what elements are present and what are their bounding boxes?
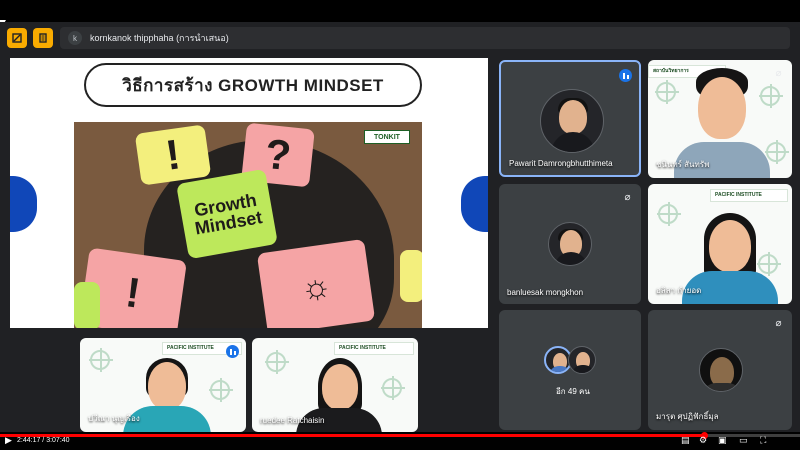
play-icon[interactable]: ▶ [5,436,12,445]
institute-banner: PACIFIC INSTITUTE [710,189,788,202]
video-progress-fill [0,434,704,437]
slide-growth-mindset-photo: ! ? Growth Mindset ! ☼ TONKIT [74,122,422,328]
document-icon [39,33,47,43]
participant-name: ruedee Ratchaisin [260,416,325,425]
settings-icon[interactable]: ⚙ [699,436,707,445]
partial-green-note [74,282,100,328]
participant-tile-chanin[interactable]: สถาบันวิทยาการ ⌀ ชนินทร์ สันทรัพ [648,60,792,178]
growth-mindset-note: Growth Mindset [176,168,278,260]
slide-left-blue-shape [10,176,37,232]
muted-mic-icon: ⌀ [775,68,782,79]
participant-tile-ruedee[interactable]: PACIFIC INSTITUTE ruedee Ratchaisin [252,338,418,432]
present-icon-button[interactable] [7,28,27,48]
participant-name: banluesak mongkhon [507,288,584,297]
speaking-mic-icon [226,345,239,358]
participant-avatar [548,222,592,266]
video-total-time: 3:07:40 [46,437,70,444]
shared-presentation: วิธีการสร้าง GROWTH MINDSET ! ? Growth M… [10,58,488,328]
presenter-banner: k kornkanok thipphaha (การนำเสนอ) [60,27,790,49]
participant-video-face [698,77,746,139]
participant-tile-marut[interactable]: ⌀ มารุต ศุปฏิฟักธิ์มุล [648,310,792,430]
speaking-mic-icon [619,69,632,82]
slide-right-blue-shape [461,176,488,232]
presenter-avatar: k [68,31,82,45]
participant-avatar [699,348,743,392]
participant-tile-paweena[interactable]: PACIFIC INSTITUTE ปวีณา นุญเรือง [80,338,246,432]
exclamation-note-icon: ! [134,124,212,186]
participant-name: อลิสา กำยอด [656,286,702,295]
fullscreen-icon[interactable]: ⛶ [760,436,766,445]
tonkit-logo: TONKIT [364,130,410,144]
more-participants-count: อีก 49 คน [556,387,590,396]
participant-name: มารุต ศุปฏิฟักธิ์มุล [656,412,719,421]
muted-mic-icon: ⌀ [624,192,631,203]
miniplayer-icon[interactable]: ▣ [718,436,727,445]
participant-video-face [148,362,186,410]
video-time: 2:44:17 / 3:07:40 [17,437,70,444]
present-icon [12,33,22,43]
video-current-time: 2:44:17 [17,437,41,444]
participant-tile-alisa[interactable]: PACIFIC INSTITUTE อลิสา กำยอด [648,184,792,304]
participant-tile-banluesak[interactable]: ⌀ banluesak mongkhon [499,184,641,304]
participant-video-face [709,220,751,272]
document-icon-button[interactable] [33,28,53,48]
presenter-label: kornkanok thipphaha (การนำเสนอ) [90,33,229,43]
more-participants-tile[interactable]: อีก 49 คน [499,310,641,430]
participant-avatar [568,346,596,374]
participant-video-face [322,364,358,410]
slide-title: วิธีการสร้าง GROWTH MINDSET [84,63,422,107]
theater-icon[interactable]: ▭ [739,436,748,445]
partial-yellow-note [400,250,422,302]
lightbulb-note-icon: ☼ [256,238,376,328]
top-black-bar [0,0,800,22]
participant-name: ชนินทร์ สันทรัพ [656,160,710,169]
muted-mic-icon: ⌀ [775,318,782,329]
institute-banner: PACIFIC INSTITUTE [334,342,414,355]
participant-name: Pawarit Damrongbhutthimeta [509,159,613,168]
captions-icon[interactable]: ▤ [681,436,690,445]
participant-name: ปวีณา นุญเรือง [88,414,140,423]
participant-tile-pawarit[interactable]: Pawarit Damrongbhutthimeta [499,60,641,177]
participant-avatar [540,89,604,153]
video-progress-bar[interactable] [0,432,800,439]
